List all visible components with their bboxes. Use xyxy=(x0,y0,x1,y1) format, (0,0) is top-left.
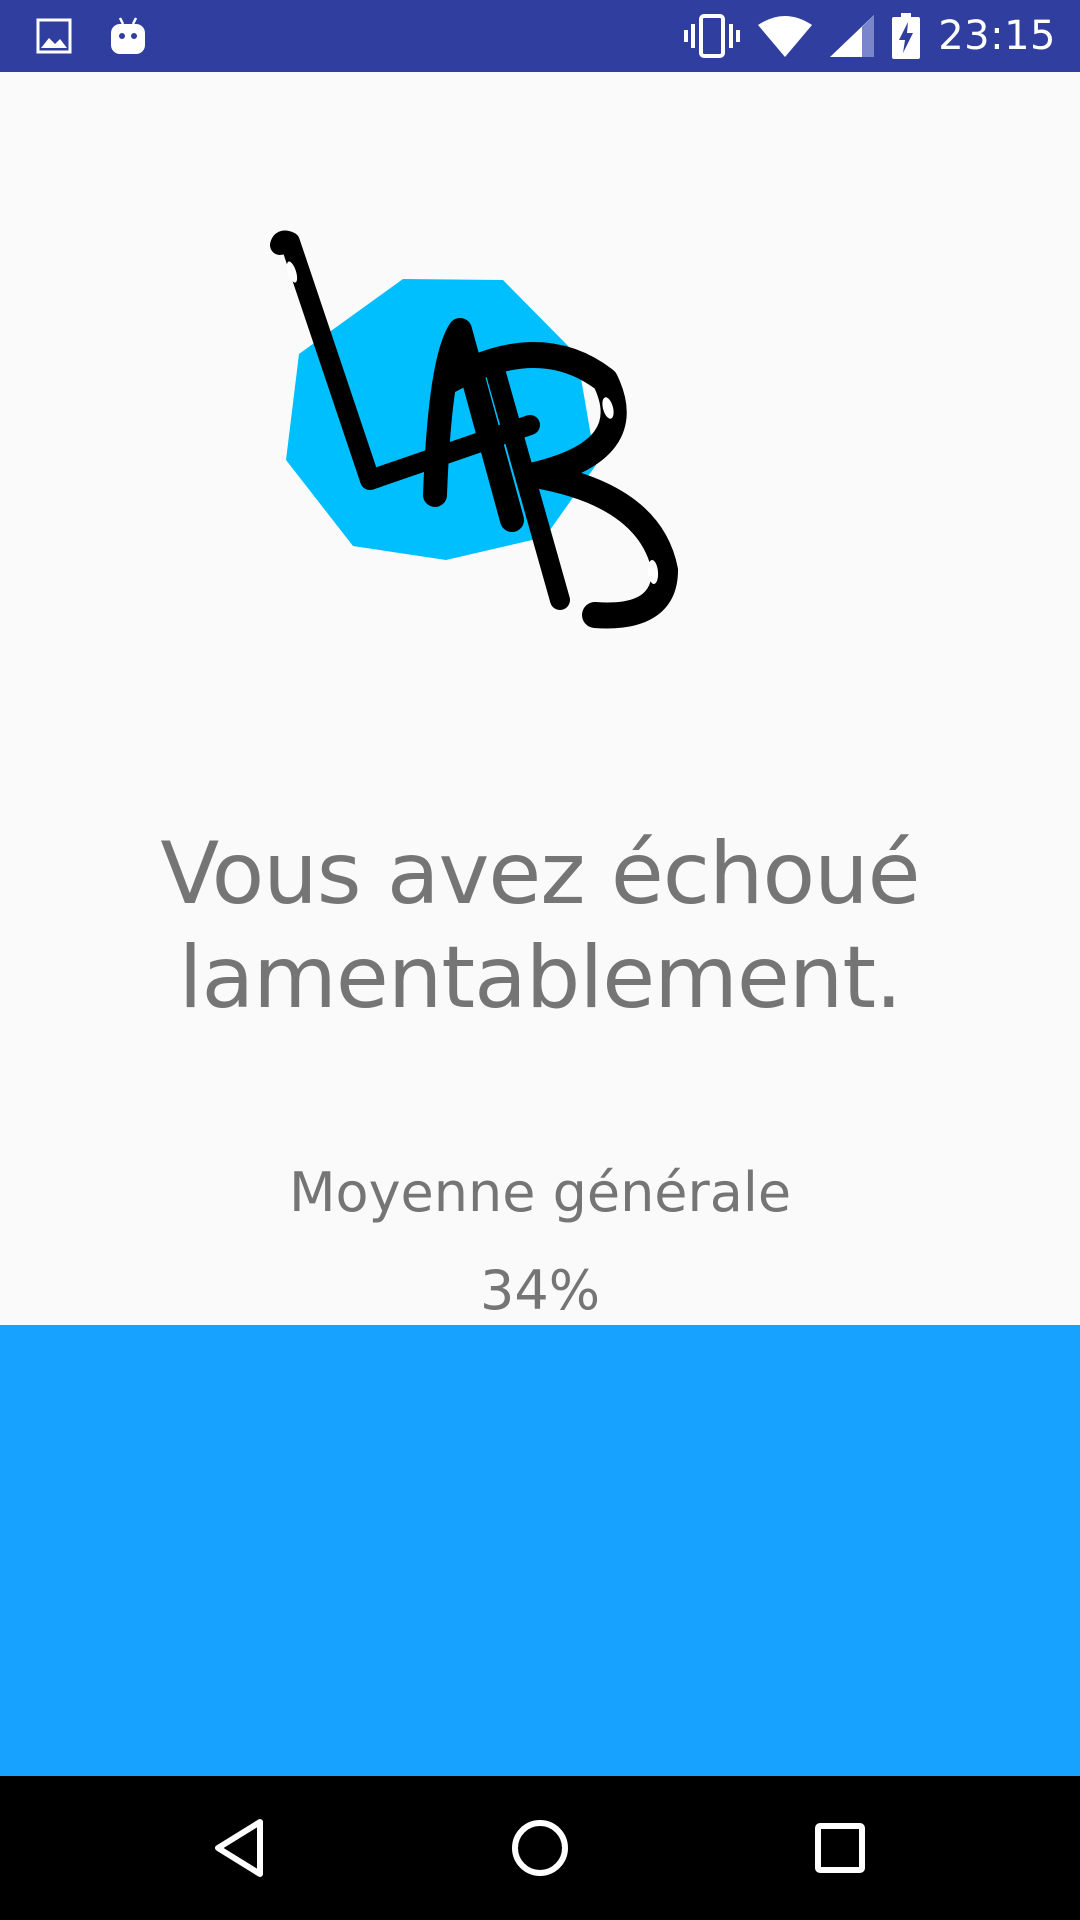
notification-icons xyxy=(36,14,146,58)
battery-charging-icon xyxy=(892,13,921,59)
back-icon xyxy=(215,1819,263,1877)
navigation-bar xyxy=(0,1776,1080,1920)
recents-icon xyxy=(815,1823,865,1873)
clock: 23:15 xyxy=(938,13,1056,59)
recents-button[interactable] xyxy=(798,1806,882,1890)
vibrate-icon xyxy=(684,14,741,58)
status-bar: 23:15 xyxy=(0,0,1080,72)
average-value: 34% xyxy=(479,1259,601,1322)
results-screen: Vous avez échoué lamentablement. Moyenne… xyxy=(0,72,1080,1325)
result-message: Vous avez échoué lamentablement. xyxy=(160,824,920,1028)
home-icon xyxy=(512,1820,568,1876)
image-notification-icon xyxy=(36,18,72,54)
android-notification-icon xyxy=(111,17,145,54)
home-button[interactable] xyxy=(498,1806,582,1890)
system-status: 23:15 xyxy=(684,0,1056,72)
wifi-icon xyxy=(758,16,813,57)
blue-panel xyxy=(0,1325,1080,1776)
lab-logo xyxy=(270,230,678,629)
average-label: Moyenne générale xyxy=(288,1161,792,1224)
signal-icon xyxy=(830,15,875,57)
back-button[interactable] xyxy=(198,1806,282,1890)
